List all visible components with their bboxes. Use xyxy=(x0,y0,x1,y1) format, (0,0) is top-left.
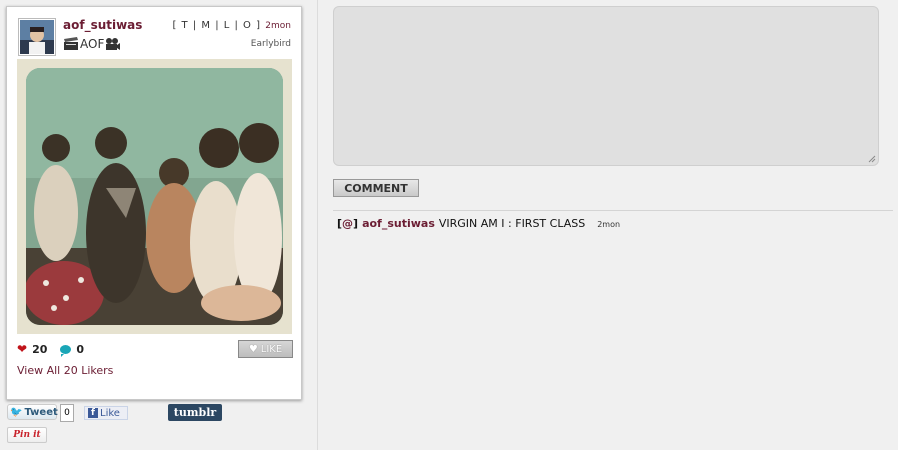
comment-item: [@] aof_sutiwas VIRGIN AM I : FIRST CLAS… xyxy=(337,217,620,230)
heart-outline-icon: ♥ xyxy=(248,343,258,355)
post-caption: AOF xyxy=(63,37,121,51)
divider xyxy=(333,210,893,211)
view-likers-link[interactable]: View All 20 Likers xyxy=(17,364,113,377)
post-photo[interactable] xyxy=(26,68,283,325)
post-stats: ❤ 20 0 xyxy=(17,342,85,357)
avatar[interactable] xyxy=(18,18,56,56)
reply-mention-button[interactable]: [@] xyxy=(337,217,358,230)
tweet-count: 0 xyxy=(60,404,74,422)
facebook-icon: f xyxy=(88,408,98,418)
tweet-button[interactable]: 🐦 Tweet xyxy=(7,404,58,420)
caption-text: AOF xyxy=(80,37,105,51)
like-count: 20 xyxy=(32,342,48,356)
like-button-label: LIKE xyxy=(260,343,283,355)
tweet-label: Tweet xyxy=(24,406,58,418)
fb-like-label: Like xyxy=(100,407,120,419)
comment-text: VIRGIN AM I : FIRST CLASS xyxy=(438,217,586,230)
photo-frame xyxy=(17,59,292,334)
post-username[interactable]: aof_sutiwas xyxy=(63,18,142,32)
movie-camera-icon xyxy=(106,38,121,50)
comment-username[interactable]: aof_sutiwas xyxy=(362,217,435,230)
twitter-bird-icon: 🐦 xyxy=(10,406,23,418)
comment-submit-button[interactable]: COMMENT xyxy=(333,179,419,197)
post-time: 2mon xyxy=(265,21,291,31)
clapperboard-icon xyxy=(64,37,78,50)
mention-close: ] xyxy=(353,217,359,230)
at-symbol: @ xyxy=(342,217,354,230)
filter-label: Earlybird xyxy=(250,39,291,49)
comment-time: 2mon xyxy=(597,220,621,229)
like-button[interactable]: ♥ LIKE xyxy=(238,340,293,358)
comment-textarea[interactable] xyxy=(333,6,879,166)
tumblr-button[interactable]: tumblr xyxy=(168,404,222,421)
comment-bubble-icon xyxy=(60,344,72,357)
resize-grip-icon[interactable] xyxy=(868,155,876,163)
photo-card: aof_sutiwas AOF [ T | M | L | O ] 2mon E… xyxy=(6,6,302,400)
heart-icon: ❤ xyxy=(17,342,28,356)
left-column: aof_sutiwas AOF [ T | M | L | O ] 2mon E… xyxy=(0,0,318,450)
pinterest-button[interactable]: Pin it xyxy=(7,427,47,443)
facebook-like-button[interactable]: f Like xyxy=(84,406,128,420)
post-menu[interactable]: [ T | M | L | O ] xyxy=(172,20,261,31)
comment-count: 0 xyxy=(76,342,85,356)
